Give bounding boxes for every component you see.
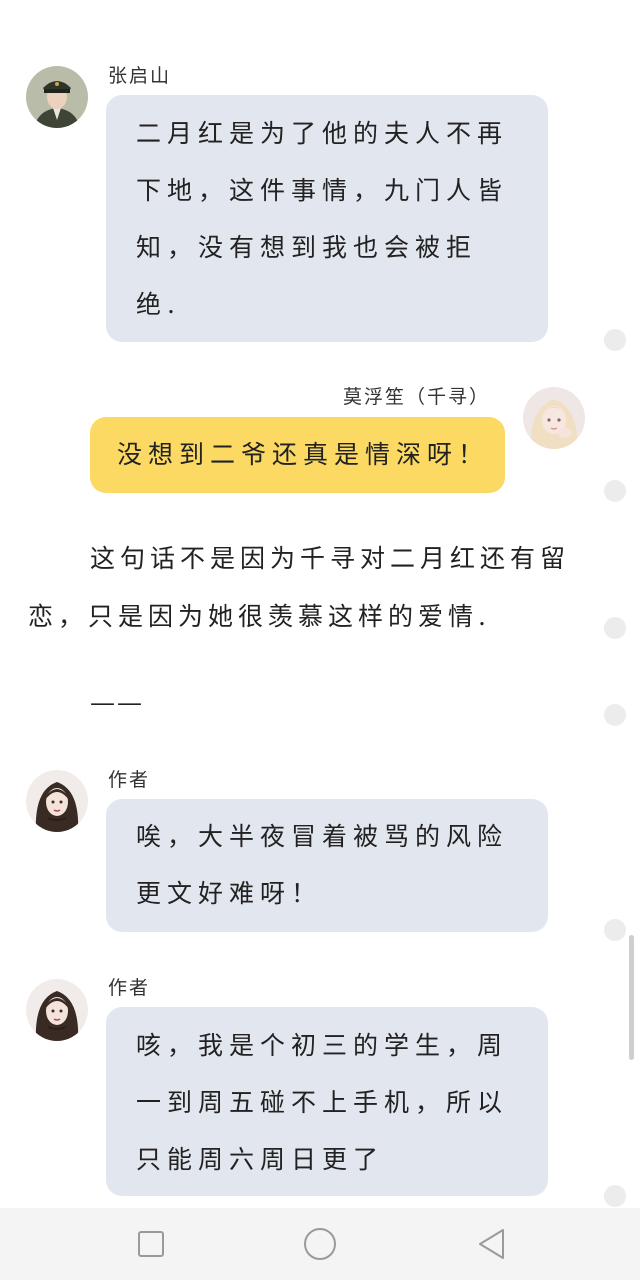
narration-paragraph: 这句话不是因为千寻对二月红还有留 恋，只是因为她很羡慕这样的爱情. bbox=[28, 530, 588, 646]
author-avatar-icon bbox=[26, 770, 88, 832]
navigation-bar bbox=[0, 1208, 640, 1280]
message-line: 知，没有想到我也会被拒 bbox=[136, 233, 478, 262]
narration-line: 这句话不是因为千寻对二月红还有留 bbox=[90, 544, 571, 573]
sender-avatar[interactable] bbox=[26, 979, 88, 1041]
paragraph-comment-dot[interactable] bbox=[604, 1185, 626, 1207]
paragraph-comment-dot[interactable] bbox=[604, 329, 626, 351]
circle-icon bbox=[304, 1228, 336, 1260]
sender-avatar[interactable] bbox=[523, 387, 585, 449]
sender-avatar[interactable] bbox=[26, 66, 88, 128]
message-line: 咳，我是个初三的学生，周 bbox=[136, 1031, 509, 1060]
sender-name: 作者 bbox=[108, 769, 151, 791]
message-line: 没想到二爷还真是情深呀！ bbox=[117, 440, 490, 469]
home-button[interactable] bbox=[302, 1226, 338, 1262]
message-line: 二月红是为了他的夫人不再 bbox=[136, 119, 509, 148]
message-line: 只能周六周日更了 bbox=[136, 1145, 385, 1174]
divider-text: —— bbox=[90, 688, 144, 717]
scrollbar-thumb[interactable] bbox=[629, 935, 634, 1060]
soldier-avatar-icon bbox=[26, 66, 88, 128]
author-avatar-icon bbox=[26, 979, 88, 1041]
message-line: 绝. bbox=[136, 290, 181, 319]
girl-avatar-icon bbox=[523, 387, 585, 449]
sender-name: 张启山 bbox=[108, 65, 172, 87]
paragraph-comment-dot[interactable] bbox=[604, 617, 626, 639]
triangle-back-icon bbox=[479, 1229, 504, 1259]
square-icon bbox=[138, 1231, 164, 1257]
message-bubble[interactable]: 没想到二爷还真是情深呀！ bbox=[90, 417, 505, 493]
recent-apps-button[interactable] bbox=[133, 1226, 169, 1262]
sender-name: 作者 bbox=[108, 977, 151, 999]
sender-avatar[interactable] bbox=[26, 770, 88, 832]
paragraph-comment-dot[interactable] bbox=[604, 704, 626, 726]
message-line: 更文好难呀！ bbox=[136, 879, 323, 908]
back-button[interactable] bbox=[474, 1226, 510, 1262]
message-line: 唉，大半夜冒着被骂的风险 bbox=[136, 822, 509, 851]
message-line: 一到周五碰不上手机，所以 bbox=[136, 1088, 509, 1117]
paragraph-comment-dot[interactable] bbox=[604, 919, 626, 941]
message-bubble[interactable]: 咳，我是个初三的学生，周 一到周五碰不上手机，所以 只能周六周日更了 bbox=[106, 1007, 548, 1196]
sender-name: 莫浮笙（千寻） bbox=[342, 386, 490, 408]
message-line: 下地，这件事情，九门人皆 bbox=[136, 176, 509, 205]
message-bubble[interactable]: 唉，大半夜冒着被骂的风险 更文好难呀！ bbox=[106, 799, 548, 932]
message-bubble[interactable]: 二月红是为了他的夫人不再 下地，这件事情，九门人皆 知，没有想到我也会被拒 绝. bbox=[106, 95, 548, 342]
narration-line: 恋，只是因为她很羡慕这样的爱情. bbox=[28, 602, 491, 631]
paragraph-comment-dot[interactable] bbox=[604, 480, 626, 502]
